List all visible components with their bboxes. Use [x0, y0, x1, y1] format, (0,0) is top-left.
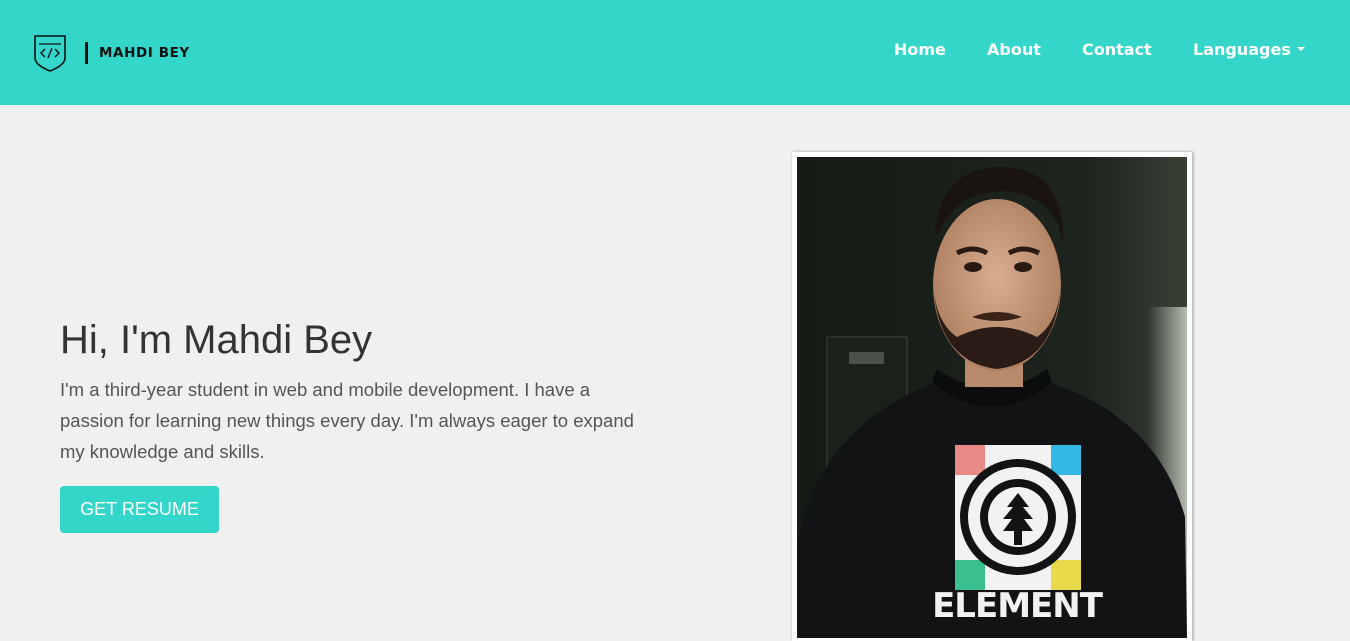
shirt-print-text: ELEMENT	[932, 586, 1104, 626]
nav-languages-label: Languages	[1193, 40, 1291, 59]
nav-languages-dropdown[interactable]: Languages	[1193, 40, 1305, 59]
caret-down-icon	[1296, 46, 1305, 51]
top-navbar: MAHDI BEY Home About Contact Languages	[0, 0, 1350, 105]
hero-description: I'm a third-year student in web and mobi…	[60, 379, 634, 462]
main-nav: Home About Contact Languages	[0, 40, 1350, 64]
profile-photo-frame: ELEMENT	[792, 152, 1192, 641]
get-resume-button[interactable]: GET RESUME	[60, 486, 219, 533]
nav-home-link[interactable]: Home	[894, 40, 946, 59]
nav-about-link[interactable]: About	[987, 40, 1041, 59]
profile-photo: ELEMENT	[797, 157, 1187, 638]
hero-title: Hi, I'm Mahdi Bey	[60, 318, 373, 362]
nav-contact-link[interactable]: Contact	[1082, 40, 1152, 59]
